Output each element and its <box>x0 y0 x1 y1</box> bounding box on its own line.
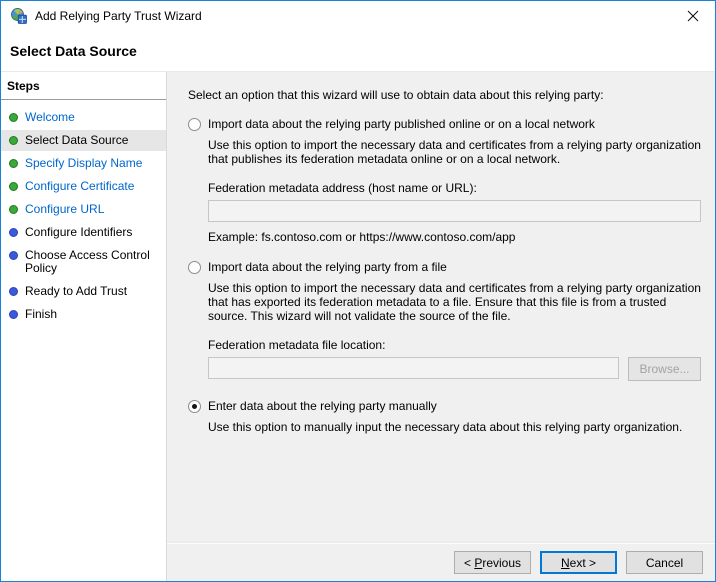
step-bullet-icon <box>9 113 18 122</box>
app-icon <box>11 8 27 24</box>
option-description: Use this option to import the necessary … <box>208 281 701 323</box>
previous-button[interactable]: < Previous <box>454 551 531 574</box>
step-item-configure-certificate[interactable]: Configure Certificate <box>1 176 166 197</box>
option-enter-manually: Enter data about the relying party manua… <box>188 399 701 434</box>
title-bar: Add Relying Party Trust Wizard <box>1 1 715 31</box>
close-icon <box>687 10 699 22</box>
step-label: Select Data Source <box>25 133 129 147</box>
option-label[interactable]: Enter data about the relying party manua… <box>208 399 437 413</box>
step-item-welcome[interactable]: Welcome <box>1 107 166 128</box>
next-button[interactable]: Next > <box>540 551 617 574</box>
metadata-file-input[interactable] <box>208 357 619 379</box>
step-item-choose-access-control-policy: Choose Access Control Policy <box>1 245 166 279</box>
footer-button-bar: < Previous Next > Cancel <box>167 543 715 581</box>
step-bullet-icon <box>9 205 18 214</box>
option-enter-manually-details: Use this option to manually input the ne… <box>208 420 701 434</box>
browse-button[interactable]: Browse... <box>628 357 701 381</box>
option-import-online-details: Use this option to import the necessary … <box>208 138 701 244</box>
next-button-label: Next > <box>561 556 596 570</box>
step-bullet-icon <box>9 310 18 319</box>
step-bullet-icon <box>9 159 18 168</box>
option-import-file-details: Use this option to import the necessary … <box>208 281 701 381</box>
step-label: Welcome <box>25 110 75 124</box>
main-pane: Select an option that this wizard will u… <box>167 72 715 581</box>
step-bullet-icon <box>9 251 18 260</box>
option-description: Use this option to import the necessary … <box>208 138 701 166</box>
wizard-window: Add Relying Party Trust Wizard Select Da… <box>0 0 716 582</box>
radio-import-file[interactable] <box>188 261 201 274</box>
step-label: Configure URL <box>25 202 105 216</box>
step-item-configure-identifiers: Configure Identifiers <box>1 222 166 243</box>
steps-sidebar: Steps Welcome Select Data Source Specify… <box>1 72 167 581</box>
step-bullet-icon <box>9 136 18 145</box>
option-import-file-row[interactable]: Import data about the relying party from… <box>188 260 701 274</box>
wizard-body: Steps Welcome Select Data Source Specify… <box>1 72 715 581</box>
label-part: revious <box>482 555 522 570</box>
step-bullet-icon <box>9 228 18 237</box>
option-import-file: Import data about the relying party from… <box>188 260 701 381</box>
cancel-button-label: Cancel <box>645 555 684 570</box>
option-label[interactable]: Import data about the relying party from… <box>208 260 447 274</box>
metadata-address-label: Federation metadata address (host name o… <box>208 181 477 195</box>
step-label: Choose Access Control Policy <box>25 248 150 275</box>
intro-text: Select an option that this wizard will u… <box>188 88 604 102</box>
label-part: < <box>463 555 475 570</box>
page-title: Select Data Source <box>10 43 137 59</box>
radio-enter-manually[interactable] <box>188 400 201 413</box>
step-item-finish: Finish <box>1 304 166 325</box>
metadata-address-example: Example: fs.contoso.com or https://www.c… <box>208 230 516 244</box>
label-accelerator: N <box>560 555 570 570</box>
step-bullet-icon <box>9 182 18 191</box>
option-import-online: Import data about the relying party publ… <box>188 117 701 244</box>
step-label: Ready to Add Trust <box>25 284 128 298</box>
steps-heading: Steps <box>1 79 166 100</box>
label-part: ext > <box>569 555 597 570</box>
option-label[interactable]: Import data about the relying party publ… <box>208 117 595 131</box>
step-label: Specify Display Name <box>25 156 143 170</box>
option-import-online-row[interactable]: Import data about the relying party publ… <box>188 117 701 131</box>
step-label: Configure Certificate <box>25 179 135 193</box>
steps-list: Welcome Select Data Source Specify Displ… <box>1 107 166 325</box>
step-item-ready-to-add-trust: Ready to Add Trust <box>1 281 166 302</box>
metadata-file-row: Browse... <box>208 357 701 381</box>
cancel-button[interactable]: Cancel <box>626 551 703 574</box>
content-pane: Select an option that this wizard will u… <box>167 72 715 543</box>
radio-import-online[interactable] <box>188 118 201 131</box>
metadata-address-input[interactable] <box>208 200 701 222</box>
close-button[interactable] <box>673 1 713 31</box>
window-title: Add Relying Party Trust Wizard <box>35 9 202 23</box>
option-description: Use this option to manually input the ne… <box>208 420 683 434</box>
previous-button-label: < Previous <box>464 556 521 570</box>
step-label: Finish <box>25 307 58 321</box>
step-bullet-icon <box>9 287 18 296</box>
step-item-specify-display-name[interactable]: Specify Display Name <box>1 153 166 174</box>
option-enter-manually-row[interactable]: Enter data about the relying party manua… <box>188 399 701 413</box>
page-header: Select Data Source <box>1 31 715 72</box>
step-item-configure-url[interactable]: Configure URL <box>1 199 166 220</box>
step-label: Configure Identifiers <box>25 225 133 239</box>
metadata-file-label: Federation metadata file location: <box>208 338 386 352</box>
step-item-select-data-source[interactable]: Select Data Source <box>1 130 166 151</box>
